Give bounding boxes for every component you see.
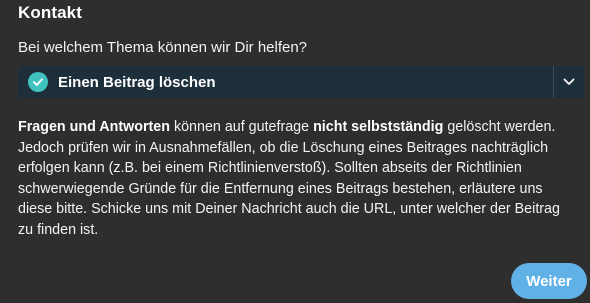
- info-bold-not-self: nicht selbstständig: [313, 119, 444, 135]
- contact-dialog: Kontakt Bei welchem Thema können wir Dir…: [0, 0, 590, 303]
- dropdown-toggle[interactable]: [553, 66, 584, 98]
- topic-question: Bei welchem Thema können wir Dir helfen?: [18, 39, 308, 56]
- info-text-part: können auf gutefrage: [169, 119, 314, 135]
- info-text-rest: gelöscht werden. Jedoch prüfen wir in Au…: [18, 119, 560, 238]
- chevron-down-icon: [563, 78, 575, 85]
- check-circle-icon: [28, 72, 48, 92]
- deletion-info-text: Fragen und Antworten können auf gutefrag…: [18, 117, 578, 240]
- info-bold-faq: Fragen und Antworten: [18, 119, 170, 135]
- dialog-title: Kontakt: [18, 3, 82, 22]
- next-button[interactable]: Weiter: [511, 263, 587, 299]
- topic-select[interactable]: Einen Beitrag löschen: [18, 66, 584, 98]
- topic-select-value: Einen Beitrag löschen: [58, 73, 216, 91]
